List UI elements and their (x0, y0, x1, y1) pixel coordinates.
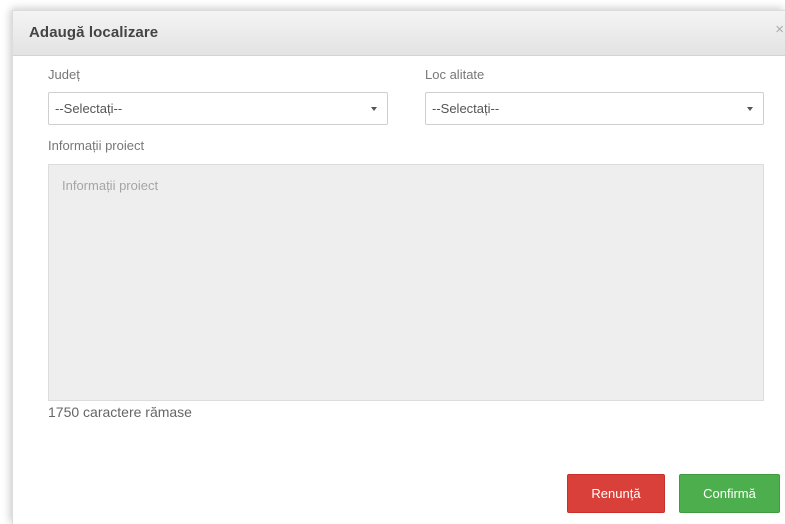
dialog-header: Adaugă localizare × (13, 11, 785, 56)
locality-label: Loc alitate (425, 67, 485, 82)
project-info-label: Informații proiect (48, 138, 145, 153)
chevron-down-icon (747, 107, 753, 111)
project-info-placeholder: Informații proiect (62, 178, 159, 193)
county-select[interactable]: --Selectați-- (48, 92, 388, 125)
county-selected-value: --Selectați-- (55, 101, 123, 116)
chevron-down-icon (371, 107, 377, 111)
cancel-button[interactable]: Renunță (567, 474, 665, 513)
close-icon[interactable]: × (775, 21, 784, 38)
confirm-button[interactable]: Confirmă (679, 474, 780, 513)
project-info-textarea[interactable]: Informații proiect (48, 164, 764, 401)
dialog-title: Adaugă localizare (29, 24, 159, 41)
locality-select[interactable]: --Selectați-- (425, 92, 764, 125)
county-label: Județ (48, 67, 80, 82)
add-location-dialog: Adaugă localizare × Județ --Selectați-- … (12, 10, 785, 524)
char-counter: 1750 caractere rămase (48, 404, 192, 420)
locality-selected-value: --Selectați-- (432, 101, 500, 116)
